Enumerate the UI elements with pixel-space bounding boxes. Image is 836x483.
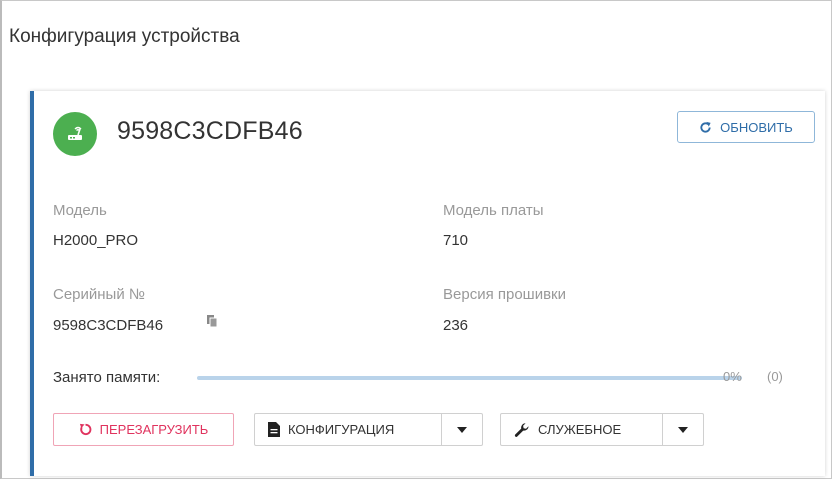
memory-usage-bar (197, 376, 742, 380)
service-button[interactable]: СЛУЖЕБНОЕ (501, 414, 664, 445)
reboot-button[interactable]: ПЕРЕЗАГРУЗИТЬ (53, 413, 234, 446)
reboot-label: ПЕРЕЗАГРУЗИТЬ (99, 422, 209, 437)
page-title: Конфигурация устройства (9, 26, 240, 47)
model-label: Модель (53, 202, 107, 219)
service-split-button: СЛУЖЕБНОЕ (500, 413, 704, 446)
device-card: 9598C3CDFB46 ОБНОВИТЬ Модель H2000_PRO М… (30, 91, 825, 476)
memory-label: Занято памяти: (53, 369, 161, 386)
restart-icon (79, 423, 92, 435)
model-value: H2000_PRO (53, 232, 139, 249)
caret-down-icon (678, 426, 688, 433)
device-name: 9598C3CDFB46 (117, 117, 303, 145)
refresh-icon (700, 121, 711, 133)
firmware-value: 236 (443, 317, 469, 334)
configuration-button[interactable]: КОНФИГУРАЦИЯ (255, 414, 443, 445)
serial-value: 9598C3CDFB46 (53, 317, 164, 334)
refresh-label: ОБНОВИТЬ (720, 119, 793, 135)
caret-down-icon (457, 426, 467, 433)
serial-label: Серийный № (53, 286, 145, 303)
board-model-value: 710 (443, 232, 469, 249)
router-icon (68, 126, 82, 140)
service-label: СЛУЖЕБНОЕ (538, 422, 622, 437)
copy-icon[interactable] (206, 314, 219, 328)
memory-percent: 0% (723, 369, 742, 384)
configuration-dropdown-toggle[interactable] (441, 414, 482, 445)
configuration-label: КОНФИГУРАЦИЯ (288, 422, 395, 437)
configuration-split-button: КОНФИГУРАЦИЯ (254, 413, 483, 446)
refresh-button[interactable]: ОБНОВИТЬ (677, 111, 815, 143)
service-dropdown-toggle[interactable] (662, 414, 703, 445)
memory-count: (0) (767, 369, 783, 384)
file-icon (268, 422, 280, 437)
board-model-label: Модель платы (443, 202, 544, 219)
wrench-icon (514, 422, 529, 437)
device-status-avatar (53, 112, 97, 156)
firmware-label: Версия прошивки (443, 286, 566, 303)
